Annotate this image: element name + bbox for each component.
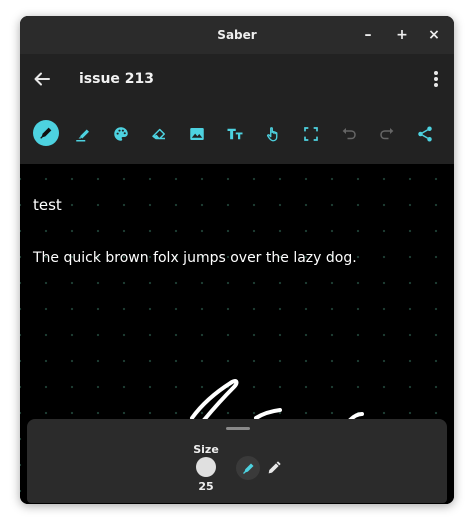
minimize-button[interactable]: – [354,16,382,54]
fountain-pen-icon [242,463,253,474]
size-slider-thumb[interactable] [196,457,216,477]
window-titlebar: Saber – + × [20,16,454,54]
image-icon [190,128,204,140]
maximize-button[interactable]: + [388,16,416,54]
undo-button[interactable] [337,122,361,146]
more-menu-button[interactable] [428,67,444,91]
eraser-tool[interactable] [147,122,171,146]
text-tool[interactable] [223,122,247,146]
fountain-pen-tool[interactable] [33,120,59,146]
highlighter-icon [76,129,89,142]
redo-button[interactable] [375,122,399,146]
fountain-pen-icon [40,127,52,139]
pen-options-panel: Size 25 [27,419,447,503]
undo-icon [342,128,356,140]
size-label: Size [193,443,219,456]
eraser-icon [152,128,165,140]
insert-image-tool[interactable] [185,122,209,146]
select-frame-icon [304,127,318,141]
more-vert-icon [434,71,438,87]
hand-pointer-icon [267,127,278,142]
redo-icon [380,128,394,140]
app-bar: issue 213 [20,54,454,104]
ballpoint-pen-option[interactable] [262,456,286,480]
fountain-pen-option[interactable] [236,456,260,480]
arrow-left-icon [34,72,50,86]
close-button[interactable]: × [420,16,448,54]
palette-icon [114,127,128,141]
share-button[interactable] [413,122,437,146]
tool-bar [20,104,454,164]
text-format-icon [227,128,243,140]
panel-drag-handle[interactable] [226,427,250,430]
pencil-icon [268,461,281,474]
highlighter-tool[interactable] [71,122,95,146]
hand-tool[interactable] [261,122,285,146]
select-tool[interactable] [299,122,323,146]
color-palette-tool[interactable] [109,122,133,146]
share-icon [418,126,432,142]
back-button[interactable] [30,67,54,91]
size-value: 25 [198,480,214,493]
app-window: Saber – + × issue 213 test The quick bro… [20,16,454,504]
note-title[interactable]: issue 213 [79,54,154,104]
